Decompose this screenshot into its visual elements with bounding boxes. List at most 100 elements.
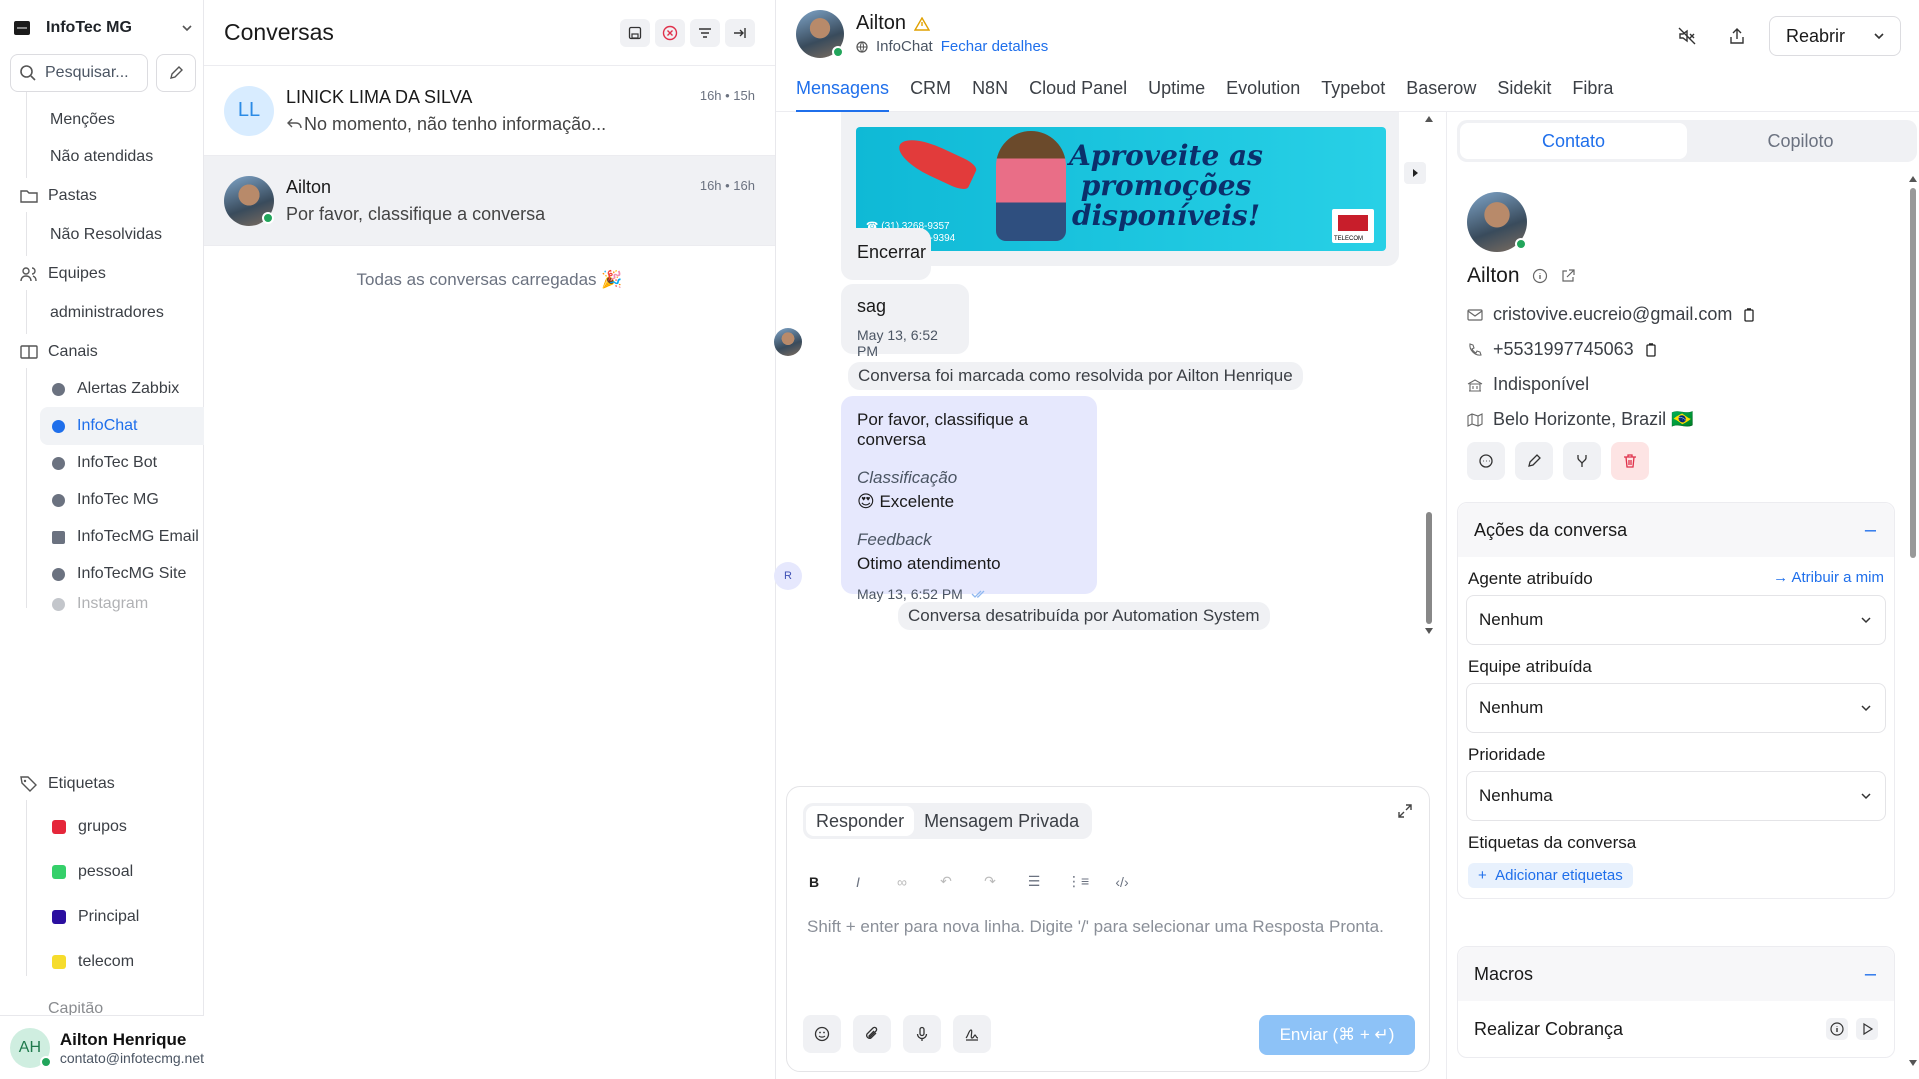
- tab-private-note[interactable]: Mensagem Privada: [914, 806, 1089, 836]
- send-button[interactable]: Enviar (⌘ + ↵): [1259, 1015, 1415, 1055]
- sidebar-section-channels[interactable]: Canais: [20, 338, 98, 366]
- tab-n8n[interactable]: N8N: [972, 76, 1008, 112]
- channel-alertas-zabbix[interactable]: Alertas Zabbix: [40, 370, 228, 408]
- channel-email[interactable]: InfoTecMG Email: [40, 518, 228, 556]
- tab-fibra[interactable]: Fibra: [1572, 76, 1613, 112]
- edit-contact-button[interactable]: [1515, 442, 1553, 480]
- signature-button[interactable]: [953, 1015, 991, 1053]
- conversation-preview: Por favor, classifique a conversa: [286, 203, 546, 224]
- info-icon[interactable]: [1532, 268, 1548, 284]
- bold-icon[interactable]: B: [803, 874, 825, 890]
- conversation-item[interactable]: LL LINICK LIMA DA SILVA No momento, não …: [204, 66, 775, 156]
- contact-avatar[interactable]: [796, 10, 844, 58]
- delete-contact-button[interactable]: [1611, 442, 1649, 480]
- sidebar-section-teams[interactable]: Equipes: [20, 260, 106, 288]
- channel-infotec-mg[interactable]: InfoTec MG: [40, 481, 228, 519]
- code-icon[interactable]: ‹/›: [1111, 874, 1133, 890]
- search-input[interactable]: Pesquisar...: [10, 54, 148, 92]
- contact-email[interactable]: cristovive.eucreio@gmail.com: [1493, 304, 1732, 325]
- tag-icon: [20, 776, 38, 792]
- channel-infotec-bot[interactable]: InfoTec Bot: [40, 444, 228, 482]
- tab-copilot[interactable]: Copiloto: [1687, 123, 1914, 159]
- numbered-list-icon[interactable]: ⋮≡: [1067, 873, 1089, 890]
- sidebar-item-unresolved[interactable]: Não Resolvidas: [50, 221, 162, 249]
- label-principal[interactable]: Principal: [40, 898, 228, 936]
- message-input[interactable]: Shift + enter para nova linha. Digite '/…: [807, 913, 1407, 941]
- macro-item: Realizar Cobrança: [1458, 1001, 1894, 1057]
- conversation-actions-header[interactable]: Ações da conversa –: [1458, 503, 1894, 557]
- tab-reply[interactable]: Responder: [806, 806, 915, 836]
- channel-infochat[interactable]: InfoChat: [40, 407, 228, 445]
- channel-instagram[interactable]: Instagram: [40, 592, 228, 616]
- channel-icon: [52, 382, 65, 396]
- contact-phone-row: +5531997745063: [1467, 339, 1658, 360]
- sidebar-section-labels[interactable]: Etiquetas: [20, 770, 115, 798]
- info-icon[interactable]: [1826, 1018, 1848, 1040]
- channel-site[interactable]: InfoTecMG Site: [40, 555, 228, 593]
- tab-baserow[interactable]: Baserow: [1406, 76, 1476, 112]
- reopen-button[interactable]: Reabrir: [1769, 16, 1901, 56]
- copy-icon[interactable]: [1742, 307, 1756, 322]
- filter-button[interactable]: [690, 18, 720, 47]
- share-button[interactable]: [1719, 18, 1755, 54]
- bullet-list-icon[interactable]: ☰: [1023, 873, 1045, 890]
- promo-banner-image[interactable]: Aproveite as promoções disponíveis! ☎ (3…: [856, 127, 1386, 251]
- tab-typebot[interactable]: Typebot: [1321, 76, 1385, 112]
- expand-panel-button[interactable]: [1404, 162, 1426, 184]
- conversation-item[interactable]: Ailton Por favor, classifique a conversa…: [204, 156, 775, 246]
- collapse-icon[interactable]: –: [1865, 963, 1876, 986]
- link-icon[interactable]: ∞: [891, 874, 913, 890]
- banner-line: Aproveite as: [1069, 139, 1263, 172]
- italic-icon[interactable]: I: [847, 874, 869, 890]
- copy-icon[interactable]: [1644, 342, 1658, 357]
- scrollbar[interactable]: [1907, 172, 1919, 1072]
- avatar-initials: R: [784, 570, 792, 582]
- tab-contact[interactable]: Contato: [1460, 123, 1687, 159]
- clear-filter-button[interactable]: [655, 18, 685, 47]
- save-filter-button[interactable]: [620, 18, 650, 47]
- collapse-icon[interactable]: –: [1865, 519, 1876, 542]
- redo-icon[interactable]: ↷: [979, 873, 1001, 890]
- tab-evolution[interactable]: Evolution: [1226, 76, 1300, 112]
- merge-contact-button[interactable]: [1563, 442, 1601, 480]
- expand-icon[interactable]: [1397, 803, 1413, 819]
- priority-select[interactable]: Nenhuma: [1466, 771, 1886, 821]
- mute-button[interactable]: [1669, 18, 1705, 54]
- contact-name[interactable]: Ailton: [856, 12, 906, 35]
- external-link-icon[interactable]: [1560, 268, 1576, 284]
- sidebar-item-mentions[interactable]: Menções: [50, 106, 115, 134]
- smile-icon: [814, 1026, 830, 1042]
- tab-crm[interactable]: CRM: [910, 76, 951, 112]
- tab-cloud-panel[interactable]: Cloud Panel: [1029, 76, 1127, 112]
- label-pessoal[interactable]: pessoal: [40, 853, 228, 891]
- channel-label: InfoTecMG Site: [77, 565, 187, 582]
- tab-mensagens[interactable]: Mensagens: [796, 76, 890, 112]
- collapse-button[interactable]: [725, 18, 755, 47]
- contact-phone[interactable]: +5531997745063: [1493, 339, 1634, 360]
- sidebar-section-folders[interactable]: Pastas: [20, 182, 97, 210]
- add-labels-button[interactable]: + Adicionar etiquetas: [1468, 863, 1633, 888]
- sidebar-section-more[interactable]: Capitão: [20, 1002, 103, 1016]
- tab-uptime[interactable]: Uptime: [1148, 76, 1205, 112]
- current-user[interactable]: AH Ailton Henrique contato@infotecmg.net: [0, 1015, 204, 1079]
- sidebar-item-unattended[interactable]: Não atendidas: [50, 143, 153, 171]
- workspace-switcher[interactable]: InfoTec MG: [14, 12, 194, 44]
- sidebar-item-admins[interactable]: administradores: [50, 299, 164, 327]
- label-grupos[interactable]: grupos: [40, 808, 228, 846]
- assign-to-me-link[interactable]: → Atribuir a mim: [1773, 569, 1884, 589]
- compose-button[interactable]: [156, 54, 196, 92]
- team-select[interactable]: Nenhum: [1466, 683, 1886, 733]
- attach-button[interactable]: [853, 1015, 891, 1053]
- inbox-name: InfoChat: [876, 38, 933, 55]
- emoji-button[interactable]: [803, 1015, 841, 1053]
- label-telecom[interactable]: telecom: [40, 943, 228, 981]
- audio-button[interactable]: [903, 1015, 941, 1053]
- macros-header[interactable]: Macros –: [1458, 947, 1894, 1001]
- tab-sidekit[interactable]: Sidekit: [1497, 76, 1551, 112]
- play-icon[interactable]: [1856, 1018, 1878, 1040]
- undo-icon[interactable]: ↶: [935, 873, 957, 890]
- close-details-link[interactable]: Fechar detalhes: [941, 38, 1049, 55]
- new-message-button[interactable]: [1467, 442, 1505, 480]
- agent-select[interactable]: Nenhum: [1466, 595, 1886, 645]
- scrollbar[interactable]: [1424, 112, 1434, 642]
